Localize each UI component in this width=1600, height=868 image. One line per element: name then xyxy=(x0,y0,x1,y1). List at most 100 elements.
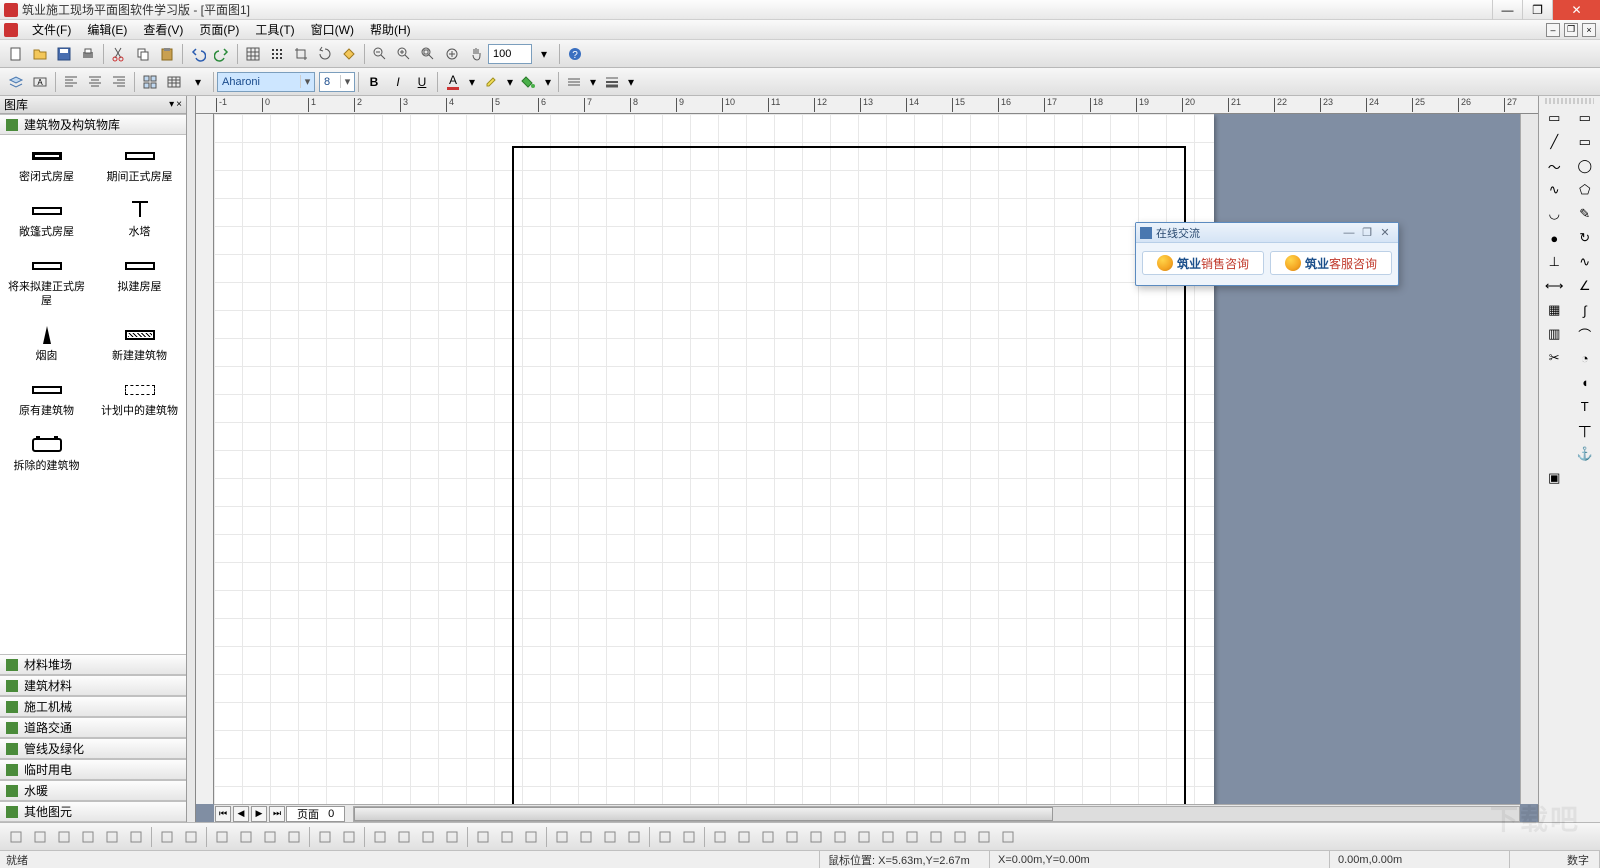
library-item-1[interactable]: 期间正式房屋 xyxy=(93,135,186,190)
sales-consult-button[interactable]: 筑业销售咨询 xyxy=(1142,251,1264,275)
curve-tool[interactable]: ∿ xyxy=(1541,179,1567,201)
library-item-0[interactable]: 密闭式房屋 xyxy=(0,135,93,190)
category-0[interactable]: 材料堆场 xyxy=(0,654,186,675)
copy-button[interactable] xyxy=(132,43,154,65)
polygon-tool[interactable]: ⬠ xyxy=(1572,179,1598,201)
layers-button[interactable] xyxy=(5,71,27,93)
a12-button[interactable] xyxy=(973,826,995,848)
pattern-tool[interactable]: ▥ xyxy=(1541,323,1567,345)
tab-last-button[interactable]: ⏭ xyxy=(269,806,285,822)
vertical-ruler[interactable] xyxy=(196,114,214,804)
paste-button[interactable] xyxy=(156,43,178,65)
same-width-button[interactable] xyxy=(472,826,494,848)
cut-button[interactable] xyxy=(108,43,130,65)
a1-button[interactable] xyxy=(709,826,731,848)
dist-v-button[interactable] xyxy=(180,826,202,848)
line-tool[interactable]: ╱ xyxy=(1541,131,1567,153)
category-3[interactable]: 道路交通 xyxy=(0,717,186,738)
a6-button[interactable] xyxy=(829,826,851,848)
library-item-7[interactable]: 新建建筑物 xyxy=(93,314,186,369)
menu-窗口[interactable]: 窗口(W) xyxy=(303,21,362,38)
angle-tool[interactable]: ∠ xyxy=(1572,275,1598,297)
a13-button[interactable] xyxy=(997,826,1019,848)
category-active[interactable]: 建筑物及构筑物库 xyxy=(0,114,186,135)
chord-tool[interactable]: ◖ xyxy=(1572,371,1598,393)
line-weight-button[interactable] xyxy=(601,71,623,93)
menu-帮助[interactable]: 帮助(H) xyxy=(362,21,419,38)
drawing-paper[interactable] xyxy=(214,114,1214,804)
arc2-tool[interactable]: ⌒ xyxy=(1572,323,1598,345)
font-color-dropdown[interactable]: ▾ xyxy=(466,71,478,93)
undo-button[interactable] xyxy=(187,43,209,65)
rotate-cw-button[interactable] xyxy=(211,826,233,848)
edit-point-tool[interactable]: ✎ xyxy=(1572,203,1598,225)
font-name-combo[interactable]: Aharoni▾ xyxy=(217,72,315,92)
pan-button[interactable] xyxy=(465,43,487,65)
tab-next-button[interactable]: ▶ xyxy=(251,806,267,822)
align-center-button[interactable] xyxy=(84,71,106,93)
select-tool[interactable]: ▭ xyxy=(1541,107,1567,129)
dropdown-icon[interactable]: ▾ xyxy=(187,71,209,93)
same-size-button[interactable] xyxy=(520,826,542,848)
zoom-fit-button[interactable] xyxy=(417,43,439,65)
category-1[interactable]: 建筑材料 xyxy=(0,675,186,696)
menu-文件[interactable]: 文件(F) xyxy=(24,21,79,38)
polyline-tool[interactable]: ▭ xyxy=(1572,131,1598,153)
a9-button[interactable] xyxy=(901,826,923,848)
ellipse-tool[interactable]: ◯ xyxy=(1572,155,1598,177)
maximize-button[interactable]: ❐ xyxy=(1522,0,1552,20)
vtext-tool[interactable]: 丅 xyxy=(1572,419,1598,441)
send-back-button[interactable] xyxy=(393,826,415,848)
a10-button[interactable] xyxy=(925,826,947,848)
mdi-close-button[interactable]: × xyxy=(1582,23,1596,37)
mdi-minimize-button[interactable]: – xyxy=(1546,23,1560,37)
category-6[interactable]: 水暖 xyxy=(0,780,186,801)
group-button[interactable] xyxy=(314,826,336,848)
library-item-5[interactable]: 拟建房屋 xyxy=(93,245,186,313)
point-tool[interactable]: ● xyxy=(1541,227,1567,249)
library-item-10[interactable]: 拆除的建筑物 xyxy=(0,424,93,479)
library-item-6[interactable]: 烟囱 xyxy=(0,314,93,369)
italic-button[interactable]: I xyxy=(387,71,409,93)
minimize-button[interactable]: — xyxy=(1492,0,1522,20)
rect-tool[interactable]: ▭ xyxy=(1572,107,1598,129)
new-button[interactable] xyxy=(5,43,27,65)
send-backward-button[interactable] xyxy=(441,826,463,848)
line-weight-dropdown[interactable]: ▾ xyxy=(625,71,637,93)
arc-tool[interactable]: ◡ xyxy=(1541,203,1567,225)
page-tab[interactable]: 页面 0 xyxy=(286,806,345,822)
crop-button[interactable] xyxy=(290,43,312,65)
grid3-button[interactable] xyxy=(599,826,621,848)
hscroll-thumb[interactable] xyxy=(354,807,1053,821)
chat-close-button[interactable]: ✕ xyxy=(1376,226,1394,239)
library-item-4[interactable]: 将来拟建正式房屋 xyxy=(0,245,93,313)
font-size-combo[interactable]: 8▾ xyxy=(319,72,355,92)
redo-button[interactable] xyxy=(211,43,233,65)
align-top-button[interactable] xyxy=(77,826,99,848)
text-tool[interactable]: T xyxy=(1572,395,1598,417)
dimension-tool[interactable]: ⟷ xyxy=(1541,275,1567,297)
rotate-ccw-button[interactable] xyxy=(235,826,257,848)
chat-panel-header[interactable]: 在线交流 — ❐ ✕ xyxy=(1136,223,1398,243)
align-left-button[interactable] xyxy=(5,826,27,848)
chat-maximize-button[interactable]: ❐ xyxy=(1358,226,1376,239)
image-tool[interactable]: ▣ xyxy=(1541,467,1567,489)
chat-minimize-button[interactable]: — xyxy=(1340,227,1358,239)
a5-button[interactable] xyxy=(805,826,827,848)
help-button[interactable]: ? xyxy=(564,43,586,65)
print-button[interactable] xyxy=(77,43,99,65)
library-item-9[interactable]: 计划中的建筑物 xyxy=(93,369,186,424)
save-button[interactable] xyxy=(53,43,75,65)
align-right-button[interactable] xyxy=(53,826,75,848)
vertical-scrollbar[interactable] xyxy=(1520,114,1538,804)
snap-button[interactable] xyxy=(266,43,288,65)
wave-tool[interactable]: ∿ xyxy=(1572,251,1598,273)
drawing-frame[interactable] xyxy=(512,146,1186,804)
pie-tool[interactable]: ◔ xyxy=(1572,347,1598,369)
table-button[interactable] xyxy=(163,71,185,93)
menu-编辑[interactable]: 编辑(E) xyxy=(79,21,135,38)
zoom-dropdown-button[interactable]: ▾ xyxy=(533,43,555,65)
a11-button[interactable] xyxy=(949,826,971,848)
line-style-button[interactable] xyxy=(563,71,585,93)
category-4[interactable]: 管线及绿化 xyxy=(0,738,186,759)
